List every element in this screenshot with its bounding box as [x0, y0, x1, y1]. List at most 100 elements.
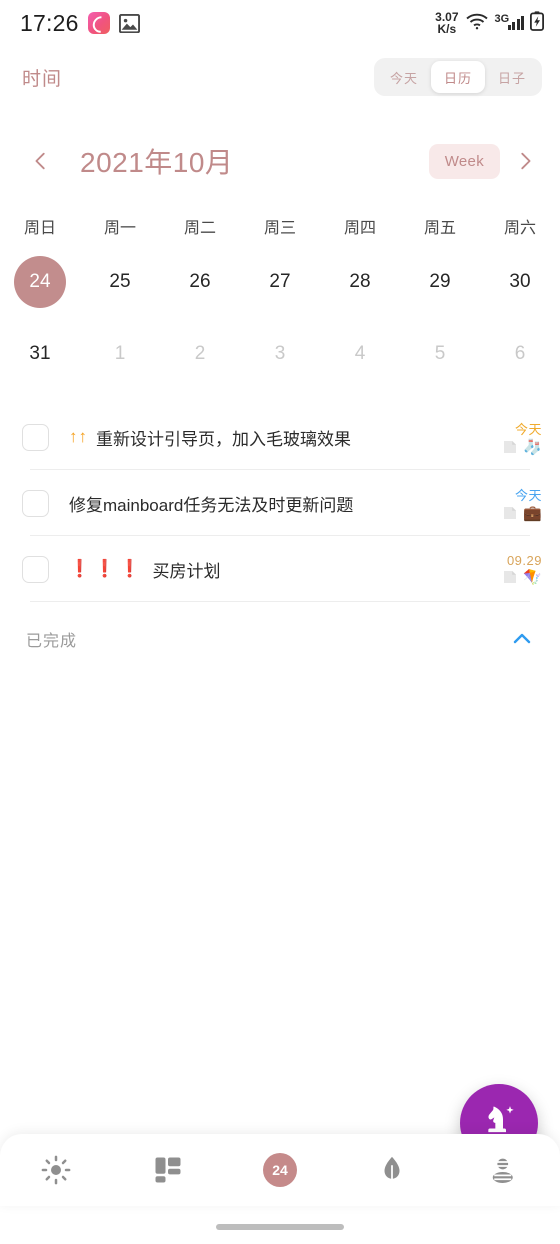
chevron-up-icon[interactable] [510, 627, 534, 651]
nav-item-stats[interactable] [448, 1134, 560, 1206]
home-indicator [216, 1224, 344, 1230]
calendar-day-label: 4 [354, 343, 366, 364]
prev-month-icon[interactable] [30, 150, 52, 172]
task-meta: 09.29 🪁 [502, 553, 542, 585]
calendar-day[interactable]: 24 [0, 246, 80, 318]
calendar-day[interactable]: 28 [320, 246, 400, 318]
calendar-day[interactable]: 2 [160, 318, 240, 390]
task-due-date: 今天 [514, 488, 542, 503]
signal-bars [507, 16, 524, 30]
calendar-day-label: 1 [114, 343, 126, 364]
weekday-tue: 周二 [183, 220, 216, 237]
next-month-icon[interactable] [514, 150, 536, 172]
calendar-day[interactable]: 26 [160, 246, 240, 318]
wifi-icon [465, 12, 489, 35]
calendar-day[interactable]: 29 [400, 246, 480, 318]
photo-notification-icon [118, 13, 140, 34]
weekday-thu: 周四 [343, 220, 376, 237]
sun-icon [41, 1155, 71, 1185]
task-meta: 今天 💼 [502, 485, 542, 521]
task-meta: 今天 🧦 [502, 419, 542, 455]
task-tag-emoji: 🪁 [523, 568, 542, 586]
bottom-navigation-bar: 24 [0, 1134, 560, 1206]
calendar-day[interactable]: 30 [480, 246, 560, 318]
status-bar-left: 17:26 [20, 10, 140, 37]
task-row[interactable]: 修复mainboard任务无法及时更新问题 今天 💼 [0, 470, 560, 536]
task-title: 修复mainboard任务无法及时更新问题 [69, 495, 354, 515]
completed-section-header[interactable]: 已完成 [0, 602, 560, 676]
month-label[interactable]: 2021年10月 [80, 141, 233, 181]
calendar-day-label: 29 [429, 271, 451, 292]
view-mode-segmented-control[interactable]: 今天 日历 日子 [373, 58, 542, 96]
note-icon [502, 569, 518, 585]
task-checkbox[interactable] [22, 489, 49, 517]
app-header: 时间 今天 日历 日子 [0, 46, 560, 108]
calendar-day[interactable]: 3 [240, 318, 320, 390]
calendar-grid: 周日 周一 周二 周三 周四 周五 周六 24 25 26 27 28 29 3… [0, 196, 560, 390]
tab-days[interactable]: 日子 [485, 61, 539, 93]
calendar-day[interactable]: 31 [0, 318, 80, 390]
task-due-date: 09.29 [506, 553, 542, 568]
network-speed: 3.07 K/s [435, 11, 458, 36]
nav-item-habits[interactable] [336, 1134, 448, 1206]
task-row[interactable]: ↑↑ 重新设计引导页，加入毛玻璃效果 今天 🧦 [0, 404, 560, 470]
nav-item-calendar-date[interactable]: 24 [224, 1134, 336, 1206]
calendar-day-label: 3 [274, 343, 286, 364]
calendar-week-row-2: 31 1 2 3 4 5 6 [0, 318, 560, 390]
calendar-day-label: 28 [349, 271, 371, 292]
calendar-day[interactable]: 1 [80, 318, 160, 390]
dashboard-icon [153, 1155, 183, 1185]
status-bar-right: 3.07 K/s 3G [435, 11, 544, 36]
task-icon-group: 💼 [502, 505, 542, 521]
note-icon [502, 439, 518, 455]
tab-calendar[interactable]: 日历 [430, 61, 485, 93]
task-icon-group: 🧦 [502, 439, 542, 455]
page-title: 时间 [22, 68, 63, 90]
completed-label: 已完成 [26, 633, 78, 650]
calendar-day[interactable]: 27 [240, 246, 320, 318]
calendar-week-row-1: 24 25 26 27 28 29 30 [0, 246, 560, 318]
month-navigation: 2021年10月 Week [0, 126, 560, 196]
weekday-sat: 周六 [503, 220, 536, 237]
calendar-day-label: 25 [109, 271, 131, 292]
cellular-signal-icon: 3G [494, 13, 524, 30]
calendar-day-label: 30 [509, 271, 531, 292]
date-badge-icon: 24 [263, 1153, 297, 1187]
calendar-day-label: 26 [189, 271, 211, 292]
note-icon [502, 505, 518, 521]
weekday-header-row: 周日 周一 周二 周三 周四 周五 周六 [0, 206, 560, 246]
weekday-fri: 周五 [423, 220, 456, 237]
weekday-sun: 周日 [23, 220, 56, 237]
task-title: 重新设计引导页，加入毛玻璃效果 [96, 429, 351, 449]
task-tag-emoji: 💼 [523, 504, 542, 522]
nav-item-dashboard[interactable] [112, 1134, 224, 1206]
task-checkbox[interactable] [22, 555, 49, 583]
network-type-label: 3G [494, 13, 510, 25]
task-title: 买房计划 [152, 561, 221, 581]
weekday-wed: 周三 [263, 220, 296, 237]
stats-icon [489, 1155, 519, 1185]
task-row[interactable]: ❗❗❗ 买房计划 09.29 🪁 [0, 536, 560, 602]
tab-today[interactable]: 今天 [377, 61, 431, 93]
task-list: ↑↑ 重新设计引导页，加入毛玻璃效果 今天 🧦 修复mainboard任务无法及… [0, 404, 560, 602]
task-content: 修复mainboard任务无法及时更新问题 [69, 491, 502, 516]
calendar-day[interactable]: 5 [400, 318, 480, 390]
leaf-icon [377, 1155, 407, 1185]
calendar-day-label: 31 [29, 343, 51, 364]
calendar-day-label: 2 [194, 343, 206, 364]
priority-icon: ❗❗❗ [69, 559, 145, 578]
status-bar: 17:26 3.07 K/s 3G [0, 0, 560, 46]
calendar-day[interactable]: 6 [480, 318, 560, 390]
week-view-pill[interactable]: Week [428, 143, 500, 179]
task-icon-group: 🪁 [502, 569, 542, 585]
calendar-day[interactable]: 25 [80, 246, 160, 318]
calendar-day[interactable]: 4 [320, 318, 400, 390]
task-content: ❗❗❗ 买房计划 [69, 557, 502, 582]
task-due-date: 今天 [514, 422, 542, 437]
calendar-day-label: 6 [514, 343, 526, 364]
nav-item-today[interactable] [0, 1134, 112, 1206]
priority-icon: ↑↑ [69, 427, 88, 446]
task-checkbox[interactable] [22, 423, 49, 451]
app-screen: 17:26 3.07 K/s 3G 时间 今天 日历 日子 2021年10月 W… [0, 0, 560, 1244]
status-time: 17:26 [20, 9, 79, 36]
